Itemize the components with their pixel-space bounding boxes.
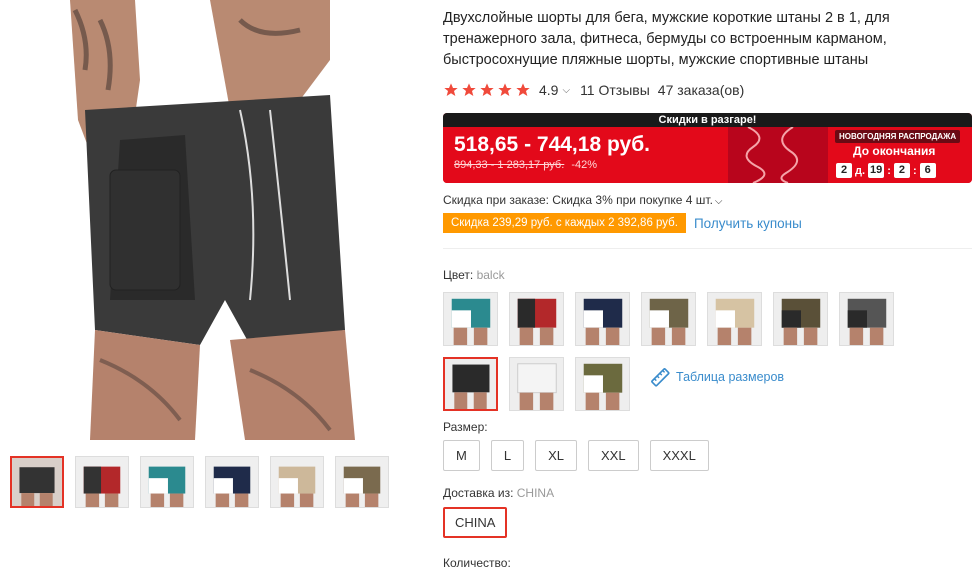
thumbnail-6[interactable] (335, 456, 389, 508)
color-swatch-white[interactable] (509, 357, 564, 411)
bulk-discount-text: Скидка при заказе: Скидка 3% при покупке… (443, 193, 713, 207)
thumbnail-1[interactable] (10, 456, 64, 508)
color-swatch-black[interactable] (443, 357, 498, 411)
size-chart-label: Таблица размеров (676, 370, 785, 384)
star-icon (516, 83, 530, 96)
size-option-m[interactable]: M (443, 440, 480, 471)
shipping-selected: CHINA (516, 486, 555, 500)
timer-seconds: 6 (919, 163, 936, 178)
discount-percent: -42% (571, 159, 598, 171)
ends-label: До окончания (853, 144, 936, 158)
shipping-option-china[interactable]: CHINA (443, 507, 508, 538)
timer-minutes: 2 (893, 163, 910, 178)
coupon-tag[interactable]: Скидка 239,29 руб. с каждых 2 392,86 руб… (443, 213, 686, 233)
ruler-icon (651, 368, 670, 387)
star-icon (498, 83, 512, 96)
timer-hours: 19 (868, 163, 885, 178)
shipping-label: Доставка из: CHINA (443, 486, 555, 500)
chevron-down-icon: ⌵ (714, 196, 723, 207)
size-option-xl[interactable]: XL (535, 440, 577, 471)
old-price-row: 894,33 - 1 283,17 руб. -42% (454, 159, 597, 171)
thumbnail-3[interactable] (140, 456, 194, 508)
rating-value[interactable]: 4.9 (539, 82, 558, 98)
thumbnail-strip (10, 456, 389, 508)
thumbnail-2[interactable] (75, 456, 129, 508)
size-option-xxl[interactable]: XXL (587, 440, 639, 471)
thumbnail-5[interactable] (270, 456, 324, 508)
bulk-discount[interactable]: Скидка при заказе: Скидка 3% при покупке… (443, 193, 973, 207)
size-options: M L XL XXL XXXL (443, 440, 709, 471)
thumbnail-4[interactable] (205, 456, 259, 508)
product-title: Двухслойные шорты для бега, мужские коро… (443, 10, 890, 68)
chevron-down-icon[interactable]: ⌵ (562, 85, 570, 96)
size-option-xxxl[interactable]: XXXL (649, 440, 709, 471)
promo-banner[interactable]: Скидки в разгаре! 518,65 - 744,18 руб. 8… (443, 113, 972, 183)
old-price: 894,33 - 1 283,17 руб. (454, 159, 565, 171)
countdown-timer: 2 д. 19 : 2 : 6 (836, 163, 936, 178)
star-icon (462, 83, 476, 96)
timer-days: 2 (836, 163, 852, 178)
promo-decor (728, 126, 828, 183)
product-info: Двухслойные шорты для бега, мужские коро… (443, 0, 973, 570)
color-swatch-camo[interactable] (641, 292, 696, 346)
color-swatch-navy[interactable] (575, 292, 630, 346)
quantity-label: Количество: (443, 556, 511, 570)
main-product-image[interactable] (0, 0, 430, 450)
price-range: 518,65 - 744,18 руб. (454, 133, 650, 156)
rating-row: 4.9 ⌵ 11 Отзывы 47 заказа(ов) (443, 81, 973, 99)
rating-stars (443, 82, 531, 98)
color-swatch-army-green[interactable] (575, 357, 630, 411)
color-swatch-khaki[interactable] (707, 292, 762, 346)
color-swatch-grey[interactable] (839, 292, 894, 346)
size-label: Размер: (443, 420, 488, 434)
size-chart-link[interactable]: Таблица размеров (649, 366, 784, 388)
star-icon (480, 83, 494, 96)
star-icon (444, 83, 458, 96)
timer-days-label: д. (855, 164, 866, 177)
orders-count: 47 заказа(ов) (657, 82, 745, 98)
size-option-l[interactable]: L (490, 440, 525, 471)
shorts-photo (0, 0, 430, 450)
event-badge: НОВОГОДНЯЯ РАСПРОДАЖА (835, 130, 961, 143)
divider (443, 248, 972, 249)
color-swatch-red[interactable] (509, 292, 564, 346)
color-swatches (443, 292, 913, 411)
color-swatch-teal[interactable] (443, 292, 498, 346)
color-label: Цвет: balck (443, 268, 505, 282)
coupon-row: Скидка 239,29 руб. с каждых 2 392,86 руб… (443, 213, 973, 233)
selected-color: balck (476, 268, 505, 282)
promo-banner-title: Скидки в разгаре! (443, 113, 972, 127)
get-coupons-link[interactable]: Получить купоны (694, 216, 802, 231)
color-swatch-camo-dark[interactable] (773, 292, 828, 346)
reviews-link[interactable]: 11 Отзывы (580, 82, 650, 98)
